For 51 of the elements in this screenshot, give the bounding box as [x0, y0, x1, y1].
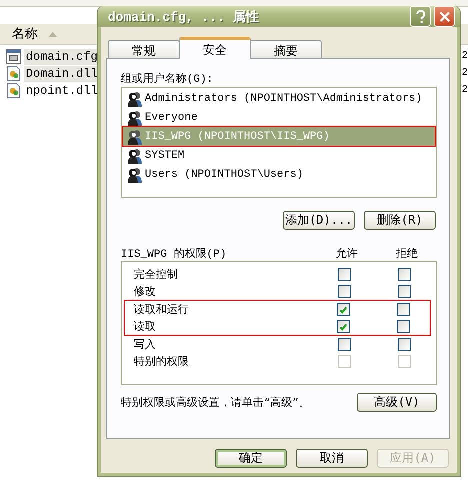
- close-icon: [438, 10, 452, 24]
- close-button[interactable]: [434, 6, 455, 27]
- hint-text: 特别权限或高级设置，请单击“高级”。: [121, 396, 310, 410]
- permission-name: 读取: [133, 320, 157, 334]
- table-cell: 2: [462, 50, 468, 62]
- checkbox[interactable]: [398, 338, 410, 351]
- checkbox[interactable]: [396, 320, 410, 333]
- help-icon: [414, 8, 428, 24]
- column-header: 拒绝: [395, 247, 419, 260]
- library-file-icon: [6, 82, 22, 98]
- dialog-button[interactable]: 添加(D)...: [283, 211, 355, 230]
- checkbox[interactable]: [338, 268, 350, 281]
- user-group-icon: [127, 90, 143, 106]
- file-item[interactable]: npoint.dll: [0, 82, 100, 98]
- user-item[interactable]: SYSTEM: [123, 146, 435, 165]
- user-group-icon: [127, 128, 143, 144]
- user-group-icon: [127, 166, 143, 182]
- permission-name: 写入: [133, 338, 157, 352]
- checkbox[interactable]: [396, 303, 410, 316]
- tab[interactable]: 常规: [108, 40, 180, 58]
- permissions-label: IIS_WPG 的权限(P): [121, 247, 228, 260]
- help-button[interactable]: [410, 6, 431, 27]
- user-group-icon: [127, 110, 143, 126]
- permission-name: 修改: [133, 285, 157, 299]
- table-cell: 2: [462, 68, 468, 80]
- advanced-button[interactable]: 高级(V): [357, 393, 437, 412]
- group-label: 组或用户名称(G):: [121, 72, 214, 87]
- permission-name: 特别的权限: [133, 355, 190, 369]
- column-header: 允许: [335, 247, 359, 260]
- user-item[interactable]: Users (NPOINTHOST\Users): [123, 165, 435, 184]
- tab[interactable]: 安全: [179, 37, 251, 59]
- user-item[interactable]: Administrators (NPOINTHOST\Administrators): [123, 89, 435, 108]
- window-title: domain.cfg, ... 属性: [108, 8, 260, 26]
- user-item[interactable]: Everyone: [123, 108, 435, 127]
- checkbox[interactable]: [338, 338, 350, 351]
- checkbox[interactable]: [398, 268, 410, 281]
- dialog-button[interactable]: 确定: [215, 449, 287, 468]
- dialog-button[interactable]: 取消: [296, 449, 368, 468]
- tab[interactable]: 摘要: [250, 40, 322, 58]
- permission-name: 读取和运行: [133, 303, 190, 317]
- permission-name: 完全控制: [133, 268, 179, 282]
- user-group-icon: [127, 148, 143, 164]
- sort-ascending-icon: [48, 30, 58, 38]
- checkbox[interactable]: [338, 285, 350, 298]
- checkbox[interactable]: [336, 320, 350, 333]
- checkbox[interactable]: [398, 285, 410, 298]
- dialog-button[interactable]: 删除(R): [364, 211, 436, 230]
- table-cell: 2: [462, 84, 468, 96]
- config-file-icon: [6, 48, 22, 64]
- checkbox[interactable]: [336, 303, 350, 316]
- library-file-icon: [6, 66, 22, 82]
